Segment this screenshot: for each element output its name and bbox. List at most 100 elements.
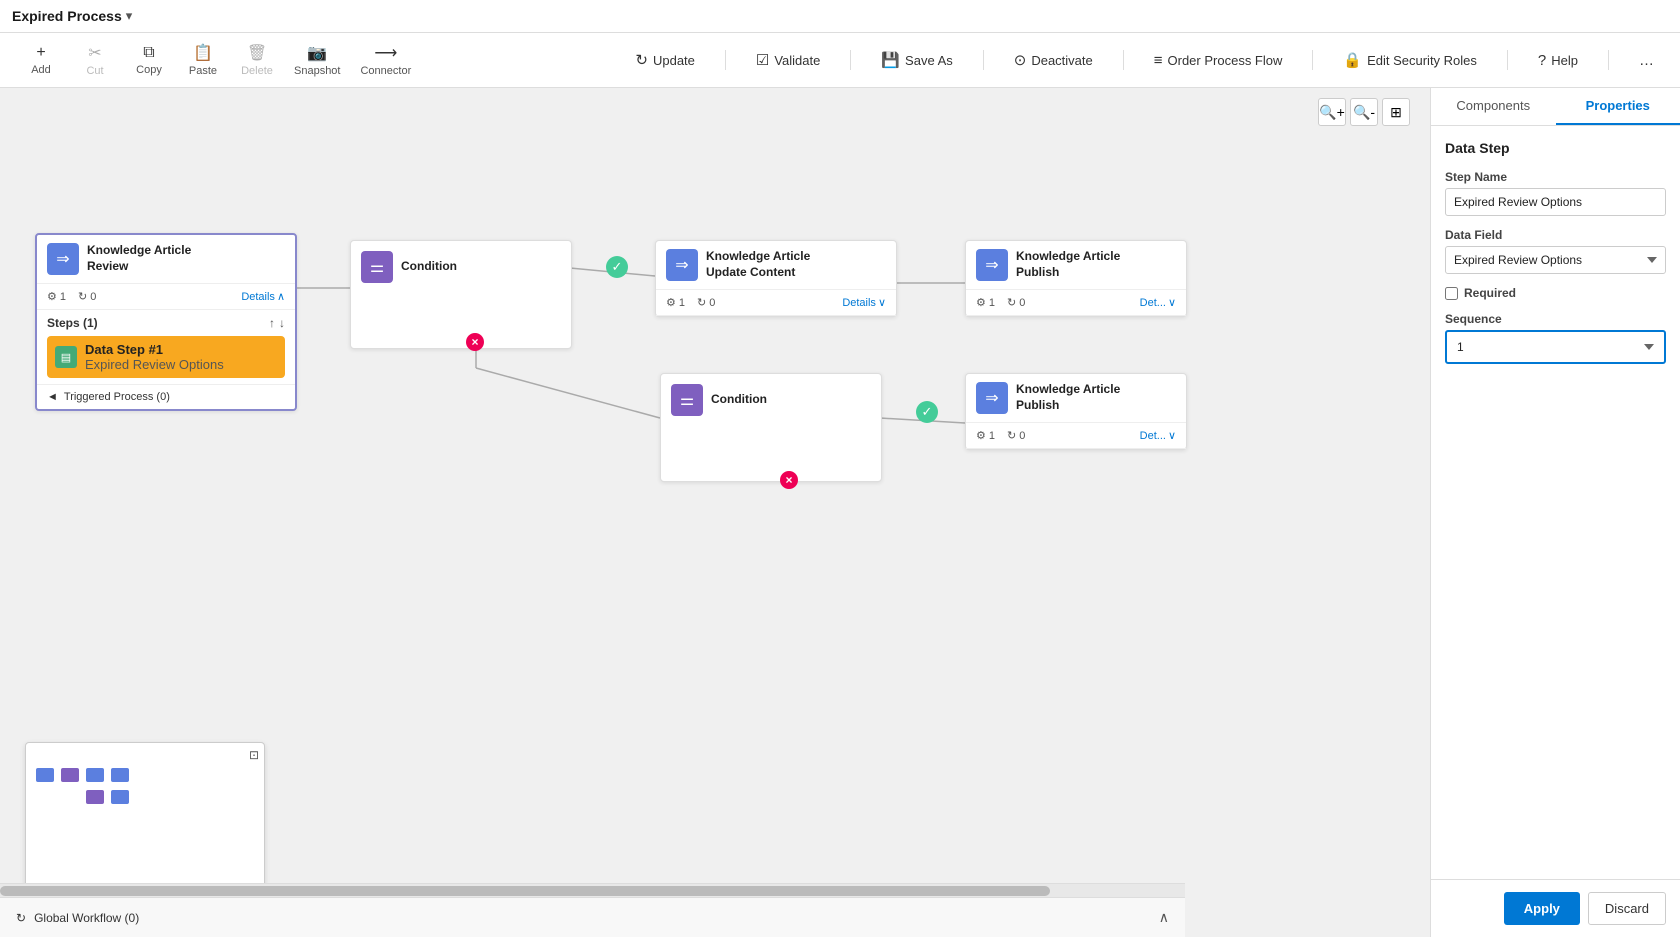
kar-details-chevron: ∧ [277,290,285,303]
node-kap1-meta: ⚙ 1 ↻ 0 Det... ∨ [966,290,1186,316]
steps-title: Steps (1) [47,316,98,330]
steps-arrows[interactable]: ↑ ↓ [269,316,285,330]
apply-button[interactable]: Apply [1504,892,1580,925]
steps-up-arrow[interactable]: ↑ [269,316,275,330]
cut-label: Cut [86,65,103,77]
kauc-details-chevron: ∨ [878,296,886,309]
node-kauc-title2: Update Content [706,265,810,281]
global-workflow-bar[interactable]: ↻ Global Workflow (0) ∧ [0,897,1185,937]
node-kar[interactable]: ⇒ Knowledge Article Review ⚙ 1 ↻ 0 Detai… [35,233,297,411]
connector-label: Connector [360,65,411,77]
separator-1 [725,50,726,70]
tab-components-label: Components [1456,98,1530,113]
zoom-out-button[interactable]: 🔍- [1350,98,1378,126]
kar-timer-icon: ↻ [78,290,87,303]
panel-footer: Apply Discard [1431,879,1680,937]
snapshot-button[interactable]: 📷 Snapshot [286,39,348,81]
node-kar-title1: Knowledge Article [87,243,191,259]
save-as-button[interactable]: 💾 Save As [871,46,962,74]
triggered-label: Triggered Process (0) [64,391,170,403]
tab-properties[interactable]: Properties [1556,88,1680,125]
title-dropdown-arrow[interactable]: ▾ [126,8,133,24]
h-scroll-thumb[interactable] [0,886,1050,896]
delete-button[interactable]: 🗑 Delete [232,39,282,81]
tab-components[interactable]: Components [1431,88,1556,125]
kar-details-label: Details [241,291,275,303]
horizontal-scrollbar[interactable] [0,883,1185,897]
kauc-steps-meta: ⚙ 1 [666,296,685,309]
check-badge-1[interactable]: ✓ [606,256,628,278]
zoom-controls: 🔍+ 🔍- ⊞ [1318,98,1410,126]
deactivate-button[interactable]: ⊙ Deactivate [1004,46,1103,74]
kap2-steps-meta: ⚙ 1 [976,429,995,442]
kauc-steps-icon: ⚙ [666,296,676,309]
paste-button[interactable]: 📋 Paste [178,39,228,81]
separator-4 [1123,50,1124,70]
delete-badge-2[interactable]: × [780,471,798,489]
node-condition-2[interactable]: ⚌ Condition [660,373,882,482]
gw-collapse-button[interactable]: ∧ [1159,909,1169,926]
required-row: Required [1445,286,1666,300]
cond2-icon: ⚌ [671,384,703,416]
step-name-input[interactable] [1445,188,1666,216]
required-checkbox[interactable] [1445,287,1458,300]
connector-button[interactable]: ⟶ Connector [352,39,419,81]
cond2-header: ⚌ Condition [661,374,881,426]
node-kauc-meta: ⚙ 1 ↻ 0 Details ∨ [656,290,896,316]
node-kap1[interactable]: ⇒ Knowledge Article Publish ⚙ 1 ↻ 0 Det.… [965,240,1187,317]
node-kar-header: ⇒ Knowledge Article Review [37,235,295,284]
validate-button[interactable]: ☑ Validate [746,46,830,74]
cut-button[interactable]: ✂ Cut [70,39,120,81]
sequence-select[interactable]: 1 2 3 [1449,334,1662,360]
cond1-header: ⚌ Condition [351,241,571,293]
kap2-details-toggle[interactable]: Det... ∨ [1140,429,1176,442]
data-field-select[interactable]: Expired Review Options [1445,246,1666,274]
kauc-details-toggle[interactable]: Details ∨ [842,296,886,309]
zoom-fit-button[interactable]: ⊞ [1382,98,1410,126]
node-kap2[interactable]: ⇒ Knowledge Article Publish ⚙ 1 ↻ 0 Det.… [965,373,1187,450]
node-kauc[interactable]: ⇒ Knowledge Article Update Content ⚙ 1 ↻… [655,240,897,317]
node-kar-icon: ⇒ [47,243,79,275]
paste-label: Paste [189,65,217,77]
more-button[interactable]: … [1629,47,1664,74]
node-kauc-header: ⇒ Knowledge Article Update Content [656,241,896,290]
zoom-in-button[interactable]: 🔍+ [1318,98,1346,126]
update-icon: ↻ [635,51,648,69]
check-badge-2[interactable]: ✓ [916,401,938,423]
add-button[interactable]: + Add [16,40,66,80]
gw-label: Global Workflow (0) [34,911,139,925]
kap2-steps-count: 1 [989,430,995,442]
edit-security-roles-button[interactable]: 🔒 Edit Security Roles [1333,46,1487,74]
canvas-area[interactable]: × ✓ ✓ × ⇒ Knowledge Article Review ⚙ 1 [0,88,1430,937]
kar-details-toggle[interactable]: Details ∧ [241,290,285,303]
cond2-body [661,426,881,481]
discard-button[interactable]: Discard [1588,892,1666,925]
kauc-details-label: Details [842,297,876,309]
kap1-timer-icon: ↻ [1007,296,1016,309]
triggered-process[interactable]: ◄ Triggered Process (0) [37,384,295,409]
delete-badge-1[interactable]: × [466,333,484,351]
title-bar: Expired Process ▾ [0,0,1680,33]
copy-icon: ⧉ [143,44,154,62]
node-condition-1[interactable]: ⚌ Condition [350,240,572,349]
sequence-box: 1 2 3 [1445,330,1666,364]
kap1-details-label: Det... [1140,297,1166,309]
separator-3 [983,50,984,70]
mini-expand-button[interactable]: ⊡ [249,748,259,762]
node-kap2-meta: ⚙ 1 ↻ 0 Det... ∨ [966,423,1186,449]
order-process-flow-button[interactable]: ≡ Order Process Flow [1144,47,1293,74]
steps-down-arrow[interactable]: ↓ [279,316,285,330]
update-button[interactable]: ↻ Update [625,46,705,74]
kap1-details-toggle[interactable]: Det... ∨ [1140,296,1176,309]
node-kap1-title2: Publish [1016,265,1120,281]
node-kap1-header: ⇒ Knowledge Article Publish [966,241,1186,290]
help-button[interactable]: ? Help [1528,47,1588,74]
kar-steps-count: 1 [60,291,66,303]
kap2-details-label: Det... [1140,430,1166,442]
mini-map: ⊡ [25,742,265,887]
step-item-1[interactable]: ▤ Data Step #1 Expired Review Options [47,336,285,378]
triggered-icon: ◄ [47,391,58,403]
copy-button[interactable]: ⧉ Copy [124,40,174,80]
validate-label: Validate [774,53,820,68]
kap2-timer-count: 0 [1019,430,1025,442]
